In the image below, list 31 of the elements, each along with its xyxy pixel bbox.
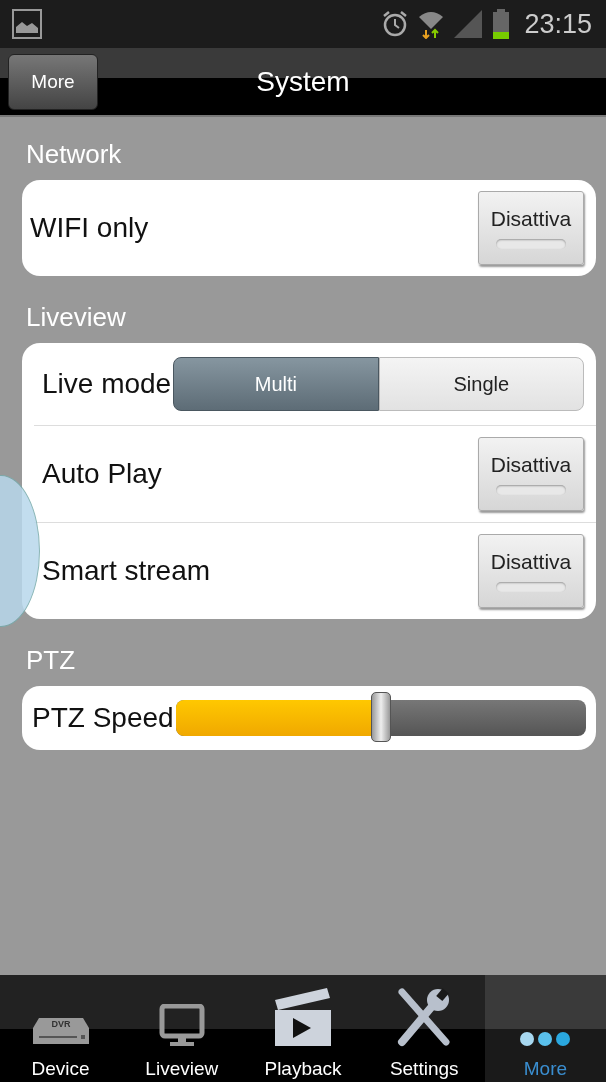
setting-label: Auto Play xyxy=(42,458,163,490)
setting-label: PTZ Speed xyxy=(32,702,174,734)
toggle-button[interactable]: Disattiva xyxy=(478,437,584,511)
tools-icon xyxy=(396,988,453,1048)
tab[interactable]: DVR Device xyxy=(0,975,122,1082)
picture-icon xyxy=(12,9,42,39)
toggle-button[interactable]: Disattiva xyxy=(478,534,584,608)
tab[interactable]: Settings xyxy=(363,975,485,1082)
tab[interactable]: More xyxy=(484,975,606,1082)
segment-option[interactable]: Multi xyxy=(173,357,379,411)
section-header: PTZ xyxy=(26,645,77,676)
tab[interactable]: Playback xyxy=(242,975,364,1082)
battery-icon xyxy=(492,9,511,39)
monitor-icon xyxy=(157,1004,206,1048)
clapper-icon xyxy=(273,986,333,1048)
signal-icon xyxy=(454,10,483,38)
section-header: Network xyxy=(26,139,123,170)
setting-label: WIFI only xyxy=(30,212,150,244)
alarm-icon xyxy=(382,10,409,38)
wifi-icon xyxy=(418,9,445,39)
slider-thumb[interactable] xyxy=(370,692,391,742)
back-button[interactable]: More xyxy=(8,54,98,110)
clock-time: 23:15 xyxy=(524,8,592,40)
more-dots-icon xyxy=(518,1030,573,1048)
segment-option[interactable]: Single xyxy=(378,357,584,411)
section-header: Liveview xyxy=(26,302,127,333)
screen-title: System xyxy=(256,65,350,98)
toggle-button[interactable]: Disattiva xyxy=(478,191,584,265)
setting-label: Smart stream xyxy=(42,555,212,587)
tab[interactable]: Liveview xyxy=(121,975,243,1082)
setting-label: Live mode xyxy=(42,368,172,400)
